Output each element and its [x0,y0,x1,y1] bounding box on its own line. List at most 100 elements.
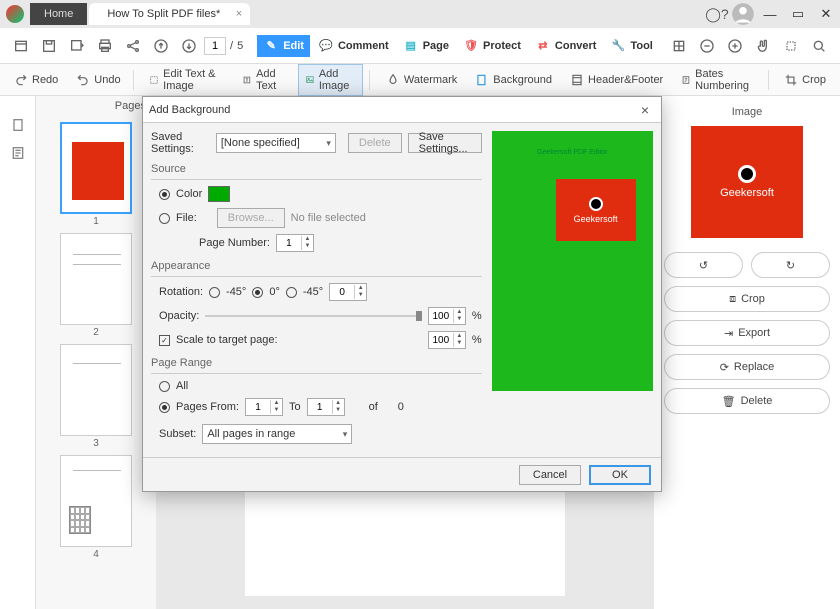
document-tab[interactable]: How To Split PDF files* × [89,3,250,25]
search-icon[interactable] [806,33,832,59]
crop-button[interactable]: Crop [778,70,832,90]
replace-image-button[interactable]: ⟳Replace [664,354,830,380]
share-icon[interactable] [120,33,146,59]
close-tab-icon[interactable]: × [236,8,242,20]
image-panel-title: Image [664,106,830,118]
watermark-button[interactable]: Watermark [380,70,463,90]
select-icon[interactable] [778,33,804,59]
view-fit-icon[interactable] [666,33,692,59]
source-group-label: Source [151,163,482,175]
appearance-group-label: Appearance [151,260,482,272]
zoom-in-icon[interactable] [722,33,748,59]
protect-mode-icon: 🛡 [463,38,479,54]
maximize-button[interactable]: ▭ [784,6,812,22]
to-label: To [289,401,301,413]
range-all-radio[interactable] [159,381,170,392]
save-settings-button[interactable]: Save Settings... [408,133,482,153]
document-tab-label: How To Split PDF files* [107,8,220,20]
main-toolbar: / 5 ✎Edit 💬Comment ▤Page 🛡Protect ⇄Conve… [0,28,840,64]
zoom-out-icon[interactable] [694,33,720,59]
redo-button[interactable]: Redo [8,70,64,90]
source-color-radio[interactable] [159,189,170,200]
delete-saved-button: Delete [348,133,402,153]
page-number-spinner[interactable]: ▲▼ [276,234,314,252]
convert-mode-icon: ⇄ [535,38,551,54]
thumbnails-title: Pages [36,96,156,116]
bates-button[interactable]: Bates Numbering [675,65,761,95]
print-icon[interactable] [92,33,118,59]
crop-icon: ⧈ [729,293,736,306]
range-from-radio[interactable] [159,402,170,413]
subset-select[interactable]: All pages in range [202,424,352,444]
rotation-0-radio[interactable] [252,287,263,298]
dialog-title: Add Background [149,104,230,116]
dialog-titlebar[interactable]: Add Background × [143,97,661,123]
minimize-button[interactable]: — [756,7,784,22]
thumbnails-panel: Pages 1 2 3 4 [36,96,156,609]
title-bar: Home How To Split PDF files* × ◯? — ▭ ✕ [0,0,840,28]
mode-tool[interactable]: 🔧Tool [604,35,658,57]
thumbnail-3[interactable] [60,344,132,436]
hand-icon[interactable] [750,33,776,59]
thumbnail-1[interactable] [60,122,132,214]
edit-text-image-button[interactable]: Edit Text & Image [143,65,230,95]
color-swatch[interactable] [208,186,230,202]
prev-page-icon[interactable] [148,33,174,59]
page-number-input[interactable] [204,37,226,55]
opacity-spinner[interactable]: ▲▼ [428,307,466,325]
delete-image-button[interactable]: 🗑Delete [664,388,830,414]
image-preview: Geekersoft [691,126,803,238]
image-properties-panel: Image Geekersoft ↺ ↻ ⧈Crop ⇥Export ⟳Repl… [654,96,840,609]
thumbnail-4[interactable] [60,455,132,547]
bookmarks-view-icon[interactable] [7,142,29,164]
rotate-left-button[interactable]: ↺ [664,252,743,278]
trash-icon: 🗑 [722,395,736,408]
rotation-45-radio[interactable] [286,287,297,298]
help-icon[interactable]: ◯? [704,1,730,27]
pages-from-label: Pages From: [176,401,239,413]
user-icon[interactable] [730,1,756,27]
comment-mode-icon: 💬 [318,38,334,54]
rotation-neg45-radio[interactable] [209,287,220,298]
open-icon[interactable] [8,33,34,59]
source-file-radio[interactable] [159,213,170,224]
close-window-button[interactable]: ✕ [812,6,840,22]
scale-spinner[interactable]: ▲▼ [428,331,466,349]
header-footer-button[interactable]: Header&Footer [564,70,669,90]
mode-comment[interactable]: 💬Comment [312,35,395,57]
dialog-close-icon[interactable]: × [635,102,655,118]
add-image-button[interactable]: Add Image [298,64,363,96]
save-icon[interactable] [36,33,62,59]
rotation-spinner[interactable]: ▲▼ [329,283,367,301]
mode-page[interactable]: ▤Page [397,35,455,57]
background-button[interactable]: Background [469,70,558,90]
rotate-right-icon: ↻ [786,259,795,272]
thumbnails-view-icon[interactable] [7,114,29,136]
home-tab[interactable]: Home [30,3,87,25]
penguin-icon [738,165,756,183]
mode-protect[interactable]: 🛡Protect [457,35,527,57]
mode-edit[interactable]: ✎Edit [257,35,310,57]
scale-label: Scale to target page: [176,334,278,346]
preview-image-box: Geekersoft [556,179,636,241]
thumbnail-2[interactable] [60,233,132,325]
crop-image-button[interactable]: ⧈Crop [664,286,830,312]
from-spinner[interactable]: ▲▼ [245,398,283,416]
opacity-slider[interactable] [205,315,421,317]
save-as-icon[interactable] [64,33,90,59]
of-value: 0 [398,401,404,413]
mode-convert[interactable]: ⇄Convert [529,35,603,57]
cancel-button[interactable]: Cancel [519,465,581,485]
next-page-icon[interactable] [176,33,202,59]
rotation-label: Rotation: [159,286,203,298]
to-spinner[interactable]: ▲▼ [307,398,345,416]
export-image-button[interactable]: ⇥Export [664,320,830,346]
dialog-footer: Cancel OK [143,457,661,491]
scale-checkbox[interactable]: ✓ [159,335,170,346]
add-text-button[interactable]: Add Text [236,65,292,95]
ok-button[interactable]: OK [589,465,651,485]
source-file-label: File: [176,212,197,224]
undo-button[interactable]: Undo [70,70,126,90]
rotate-right-button[interactable]: ↻ [751,252,830,278]
saved-settings-select[interactable]: [None specified] [216,133,336,153]
